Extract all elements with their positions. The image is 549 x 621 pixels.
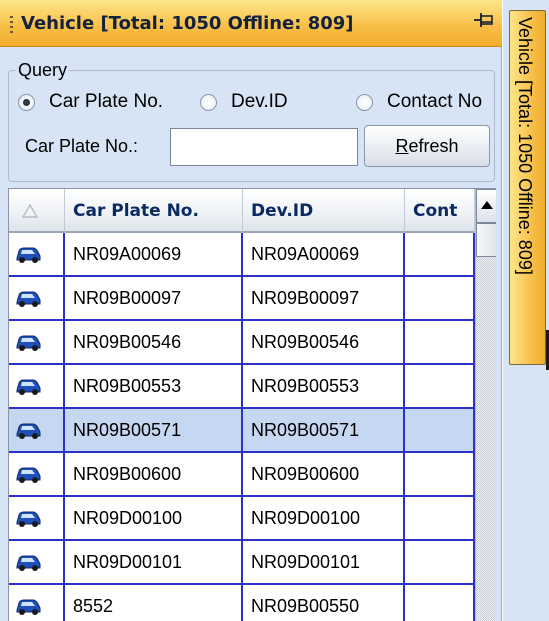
row-icon-cell bbox=[9, 409, 65, 451]
radio-dev-id[interactable]: Dev.ID bbox=[200, 90, 288, 114]
cell-contact bbox=[405, 321, 475, 363]
row-icon-cell bbox=[9, 497, 65, 539]
sort-triangle-icon bbox=[21, 203, 39, 218]
cell-dev-id: NR09D00100 bbox=[243, 497, 405, 539]
cell-dev-id: NR09B00571 bbox=[243, 409, 405, 451]
cell-contact bbox=[405, 585, 475, 621]
car-icon bbox=[16, 247, 41, 263]
cell-car-plate: NR09B00097 bbox=[65, 277, 243, 319]
row-icon-cell bbox=[9, 453, 65, 495]
cell-dev-id: NR09B00600 bbox=[243, 453, 405, 495]
cell-contact bbox=[405, 365, 475, 407]
cell-contact bbox=[405, 541, 475, 583]
cell-car-plate: NR09B00600 bbox=[65, 453, 243, 495]
car-icon bbox=[16, 511, 41, 527]
cell-contact bbox=[405, 409, 475, 451]
radio-button[interactable] bbox=[200, 93, 217, 111]
cell-car-plate: NR09B00546 bbox=[65, 321, 243, 363]
cell-contact bbox=[405, 453, 475, 495]
row-icon-cell bbox=[9, 541, 65, 583]
query-group-label: Query bbox=[16, 60, 70, 81]
vehicle-panel: Vehicle [Total: 1050 Offline: 809] Query… bbox=[0, 0, 502, 621]
table-row[interactable]: 8552 NR09B00550 bbox=[9, 585, 475, 621]
car-icon bbox=[16, 467, 41, 483]
cell-contact bbox=[405, 277, 475, 319]
radio-button-checked[interactable] bbox=[18, 93, 35, 111]
table-row[interactable]: NR09D00100 NR09D00100 bbox=[9, 497, 475, 541]
refresh-mnemonic: R bbox=[395, 135, 409, 156]
car-icon bbox=[16, 599, 41, 615]
car-icon bbox=[16, 335, 41, 351]
row-icon-cell bbox=[9, 233, 65, 275]
cell-car-plate: NR09B00553 bbox=[65, 365, 243, 407]
pin-icon[interactable] bbox=[472, 10, 496, 34]
refresh-label: efresh bbox=[408, 135, 459, 156]
row-icon-cell bbox=[9, 277, 65, 319]
table-row[interactable]: NR09B00600 NR09B00600 bbox=[9, 453, 475, 497]
table-row[interactable]: NR09B00571 NR09B00571 bbox=[9, 409, 475, 453]
cell-car-plate: NR09D00101 bbox=[65, 541, 243, 583]
table-row[interactable]: NR09B00553 NR09B00553 bbox=[9, 365, 475, 409]
car-icon bbox=[16, 423, 41, 439]
car-icon bbox=[16, 379, 41, 395]
vertical-scrollbar[interactable] bbox=[475, 189, 496, 621]
grid-header: Car Plate No. Dev.ID Cont bbox=[9, 189, 475, 233]
row-icon-cell bbox=[9, 321, 65, 363]
drag-grip-icon[interactable] bbox=[10, 16, 13, 34]
radio-contact-no[interactable]: Contact No bbox=[356, 90, 482, 114]
scroll-up-button[interactable] bbox=[476, 189, 496, 223]
cell-dev-id: NR09B00553 bbox=[243, 365, 405, 407]
arrow-up-icon bbox=[481, 201, 493, 209]
column-header-contact[interactable]: Cont bbox=[405, 189, 475, 233]
cell-dev-id: NR09D00101 bbox=[243, 541, 405, 583]
radio-car-plate-label: Car Plate No. bbox=[49, 91, 164, 112]
radio-button[interactable] bbox=[356, 93, 373, 111]
row-icon-cell bbox=[9, 585, 65, 621]
column-header-dev-id[interactable]: Dev.ID bbox=[243, 189, 405, 233]
cell-dev-id: NR09B00546 bbox=[243, 321, 405, 363]
cell-car-plate: 8552 bbox=[65, 585, 243, 621]
table-row[interactable]: NR09B00546 NR09B00546 bbox=[9, 321, 475, 365]
table-row[interactable]: NR09A00069 NR09A00069 bbox=[9, 233, 475, 277]
table-row[interactable]: NR09B00097 NR09B00097 bbox=[9, 277, 475, 321]
cell-dev-id: NR09B00550 bbox=[243, 585, 405, 621]
vehicle-grid: Car Plate No. Dev.ID Cont NR09A00069 NR09… bbox=[8, 188, 496, 621]
radio-car-plate[interactable]: Car Plate No. bbox=[18, 90, 163, 114]
car-icon bbox=[16, 555, 41, 571]
collapsed-vehicle-tab[interactable]: Vehicle [Total: 1050 Offline: 809] bbox=[509, 10, 546, 365]
cell-contact bbox=[405, 497, 475, 539]
car-plate-field-label: Car Plate No.: bbox=[25, 136, 139, 156]
refresh-button[interactable]: Refresh bbox=[364, 125, 490, 167]
car-plate-input[interactable] bbox=[170, 128, 358, 166]
column-header-icon[interactable] bbox=[9, 189, 65, 233]
panel-titlebar[interactable]: Vehicle [Total: 1050 Offline: 809] bbox=[0, 0, 502, 47]
cell-dev-id: NR09B00097 bbox=[243, 277, 405, 319]
table-row[interactable]: NR09D00101 NR09D00101 bbox=[9, 541, 475, 585]
cell-contact bbox=[405, 233, 475, 275]
cell-car-plate: NR09A00069 bbox=[65, 233, 243, 275]
column-header-car-plate[interactable]: Car Plate No. bbox=[65, 189, 243, 233]
radio-contact-no-label: Contact No bbox=[387, 91, 483, 112]
collapsed-vehicle-tab-label: Vehicle [Total: 1050 Offline: 809] bbox=[515, 17, 535, 275]
scroll-thumb[interactable] bbox=[476, 223, 496, 257]
car-icon bbox=[16, 291, 41, 307]
panel-title: Vehicle [Total: 1050 Offline: 809] bbox=[21, 13, 354, 34]
cell-car-plate: NR09B00571 bbox=[65, 409, 243, 451]
cell-dev-id: NR09A00069 bbox=[243, 233, 405, 275]
row-icon-cell bbox=[9, 365, 65, 407]
radio-dev-id-label: Dev.ID bbox=[231, 91, 288, 112]
cell-car-plate: NR09D00100 bbox=[65, 497, 243, 539]
